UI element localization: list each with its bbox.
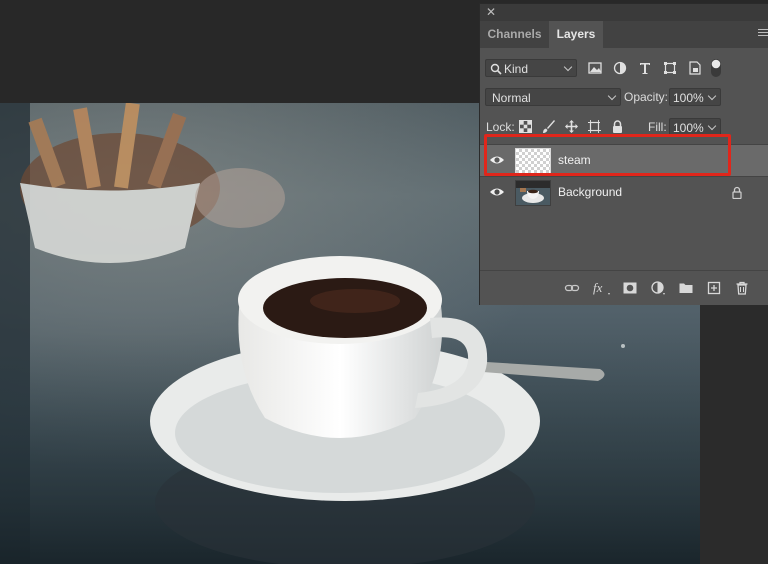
panel-titlebar[interactable]: ✕ [480,4,768,21]
opacity-value: 100% [673,91,704,105]
adjustment-filter-icon[interactable] [612,60,628,76]
opacity-field[interactable]: 100% [669,88,721,106]
adjustment-layer-icon[interactable] [650,280,666,296]
delete-trash-icon[interactable] [734,280,750,296]
layer-name[interactable]: Background [558,185,622,199]
chevron-down-icon [563,62,573,72]
layer-thumbnail-background [515,180,551,206]
lock-artboard-icon[interactable] [587,119,602,134]
new-layer-icon[interactable] [706,280,722,296]
chevron-down-icon[interactable] [707,121,717,131]
close-icon[interactable]: ✕ [484,5,498,19]
background-thumbnail-image [516,181,550,205]
svg-text:fx: fx [593,280,603,295]
search-icon [490,63,502,75]
eye-visibility-icon[interactable] [489,154,505,166]
lock-image-pixels-icon[interactable] [541,119,556,134]
panel-menu-icon[interactable] [758,29,768,39]
type-filter-icon[interactable] [637,60,653,76]
layer-thumbnail-transparent [515,148,551,174]
new-group-folder-icon[interactable] [678,280,694,296]
lock-label: Lock: [486,120,515,134]
smart-object-filter-icon[interactable] [687,60,703,76]
blend-mode-value: Normal [492,91,531,105]
filter-kind-dropdown[interactable]: Kind [485,59,577,77]
eye-visibility-icon[interactable] [489,186,505,198]
lock-icon[interactable] [731,186,743,199]
layer-name[interactable]: steam [558,153,591,167]
filter-kind-label: Kind [504,62,529,76]
add-mask-icon[interactable] [622,280,638,296]
fill-field[interactable]: 100% [669,118,721,136]
layer-style-fx-icon[interactable]: fx [592,280,612,296]
image-filter-icon[interactable] [587,60,603,76]
layer-row-background[interactable]: Background [480,176,768,208]
filter-toggle-icon[interactable] [710,58,722,78]
tab-layers[interactable]: Layers [549,21,603,48]
chevron-down-icon [607,91,617,101]
blend-mode-dropdown[interactable]: Normal [485,88,621,106]
fill-value: 100% [673,121,704,135]
link-layers-icon[interactable] [564,280,580,296]
tab-channels[interactable]: Channels [480,21,549,48]
layers-panel: ✕ Channels Layers Kind Normal Opacity: 1… [480,4,768,305]
canvas-outside-area [700,305,768,564]
panel-footer: fx [480,270,768,305]
shape-filter-icon[interactable] [662,60,678,76]
panel-tabbar: Channels Layers [480,21,768,48]
fill-label: Fill: [648,120,667,134]
lock-all-icon[interactable] [610,119,625,134]
lock-transparent-pixels-icon[interactable] [518,119,533,134]
layer-row-steam[interactable]: steam [480,144,768,176]
lock-position-icon[interactable] [564,119,579,134]
chevron-down-icon[interactable] [707,91,717,101]
opacity-label: Opacity: [624,90,669,104]
